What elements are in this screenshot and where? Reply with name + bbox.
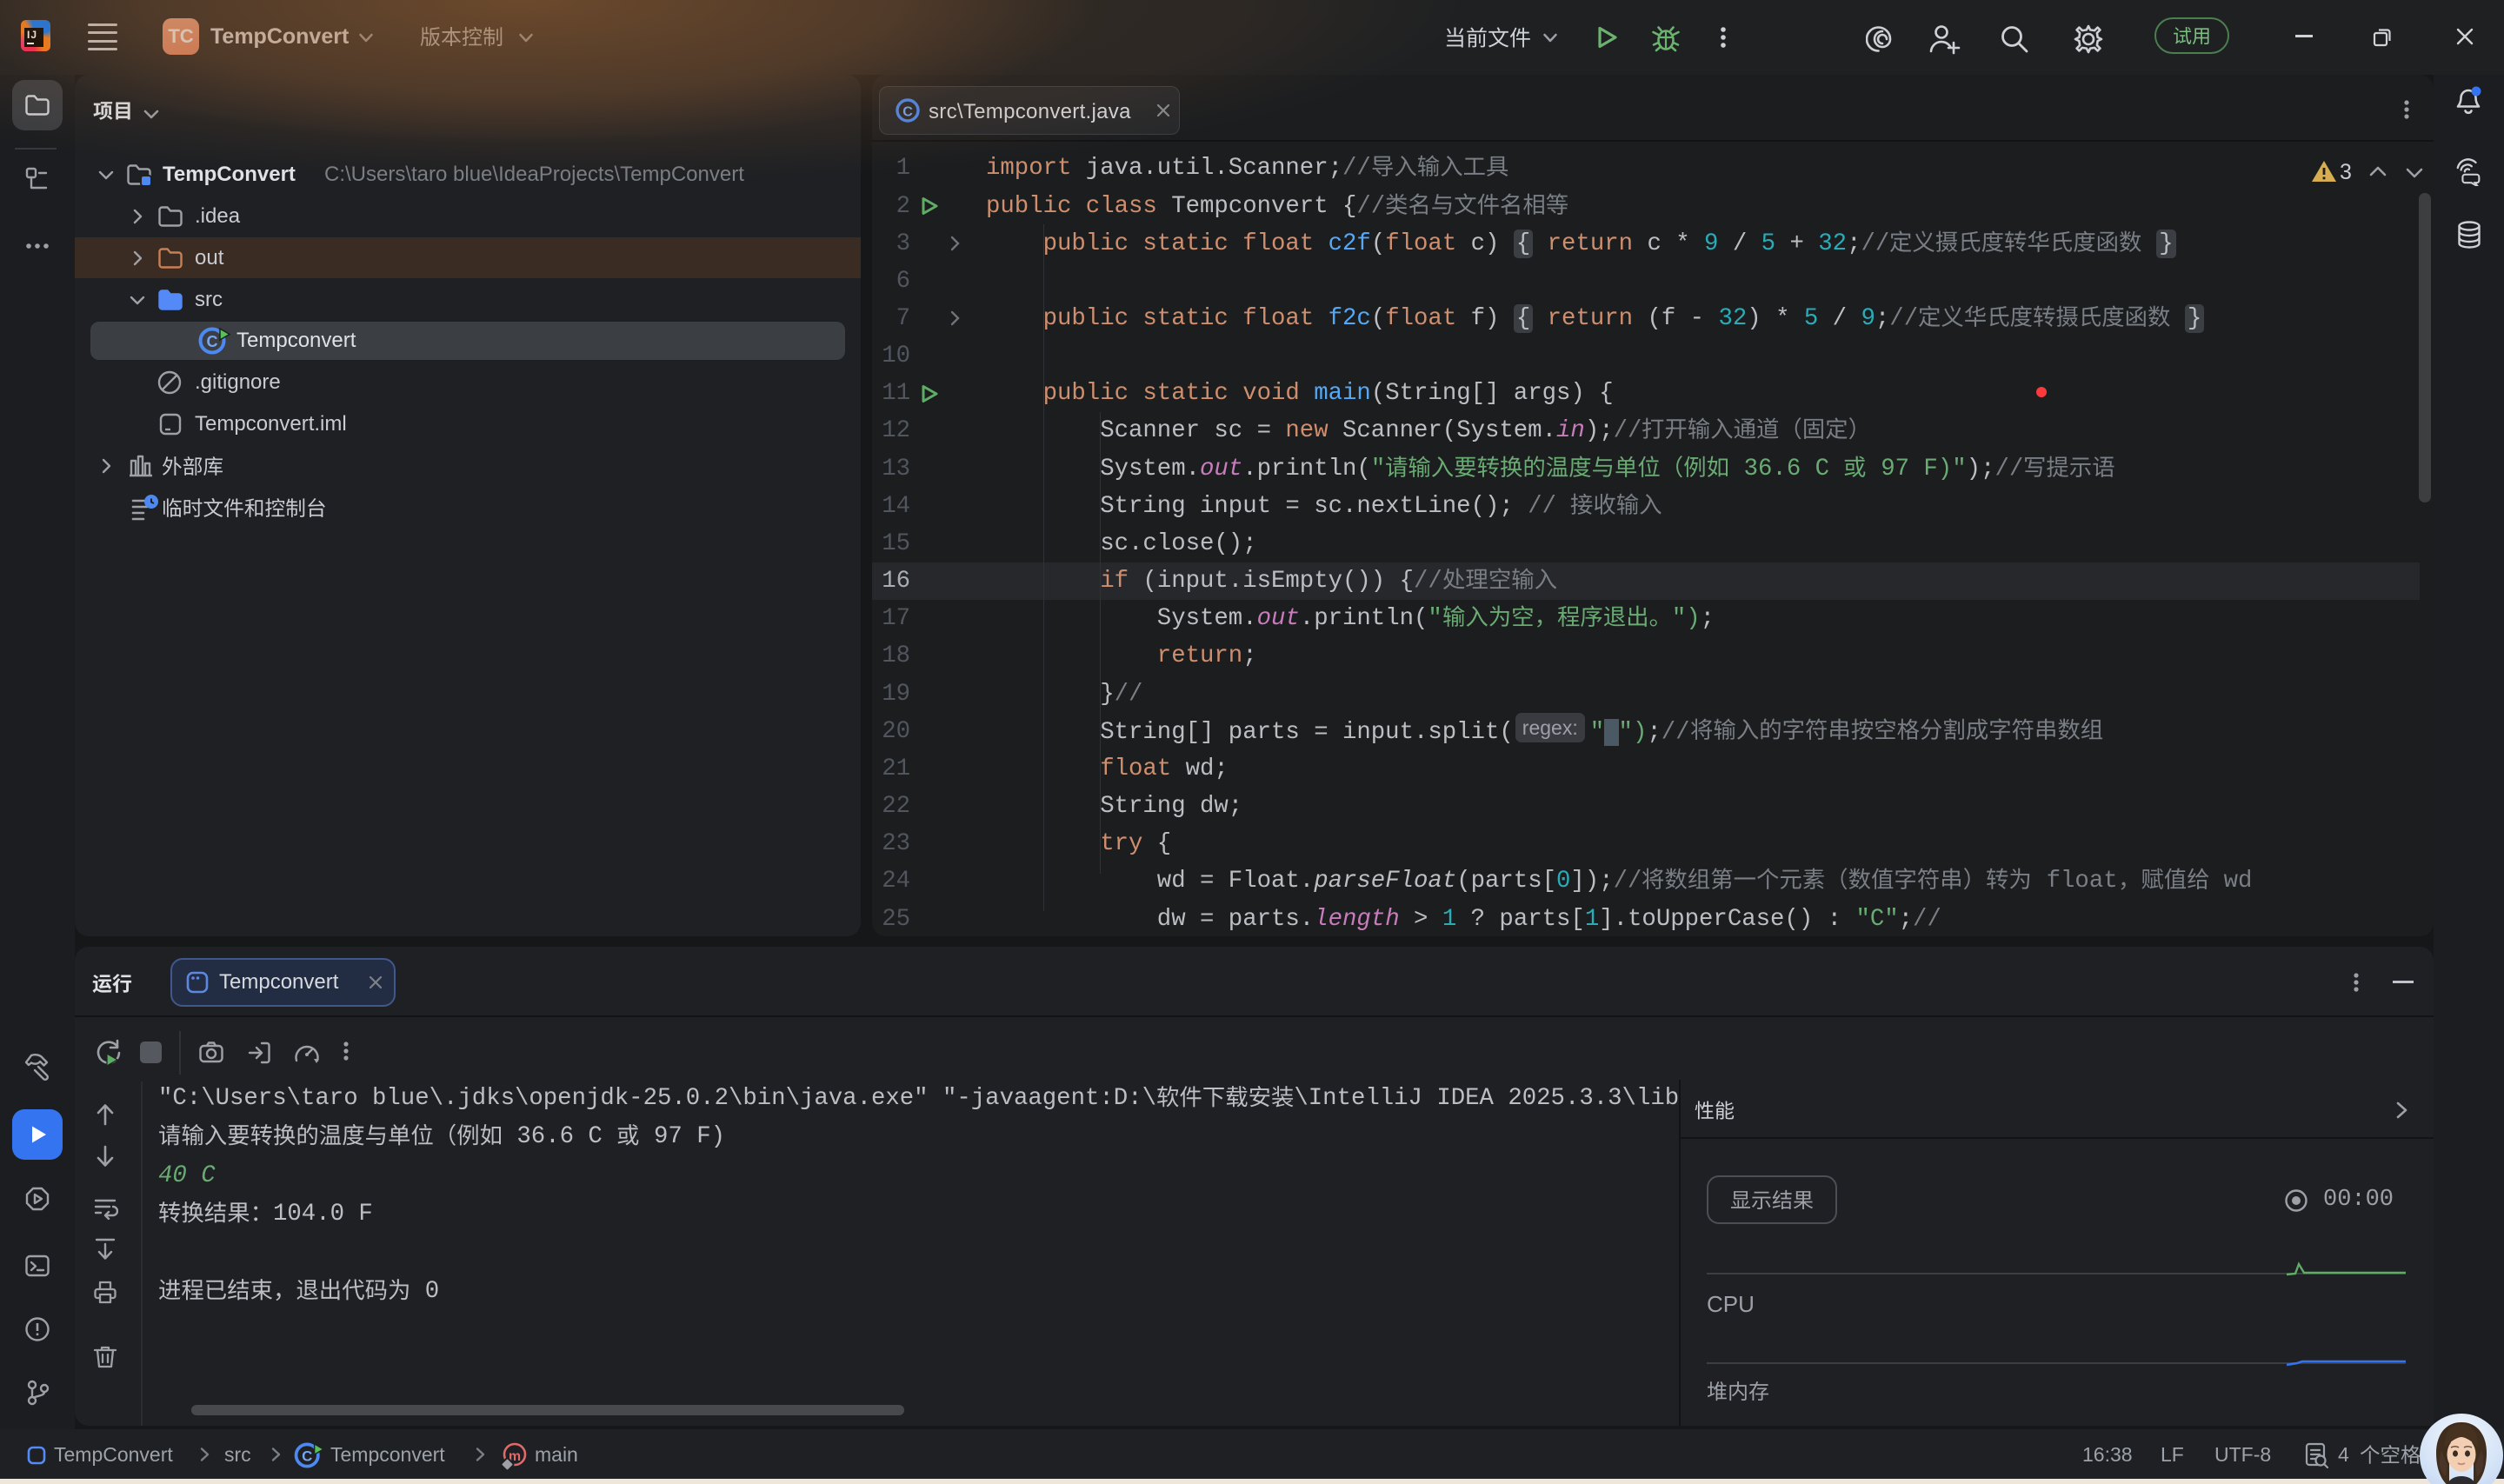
svg-text:C: C: [902, 105, 913, 120]
svg-text:C: C: [302, 1448, 312, 1465]
svg-text:C: C: [207, 333, 218, 350]
